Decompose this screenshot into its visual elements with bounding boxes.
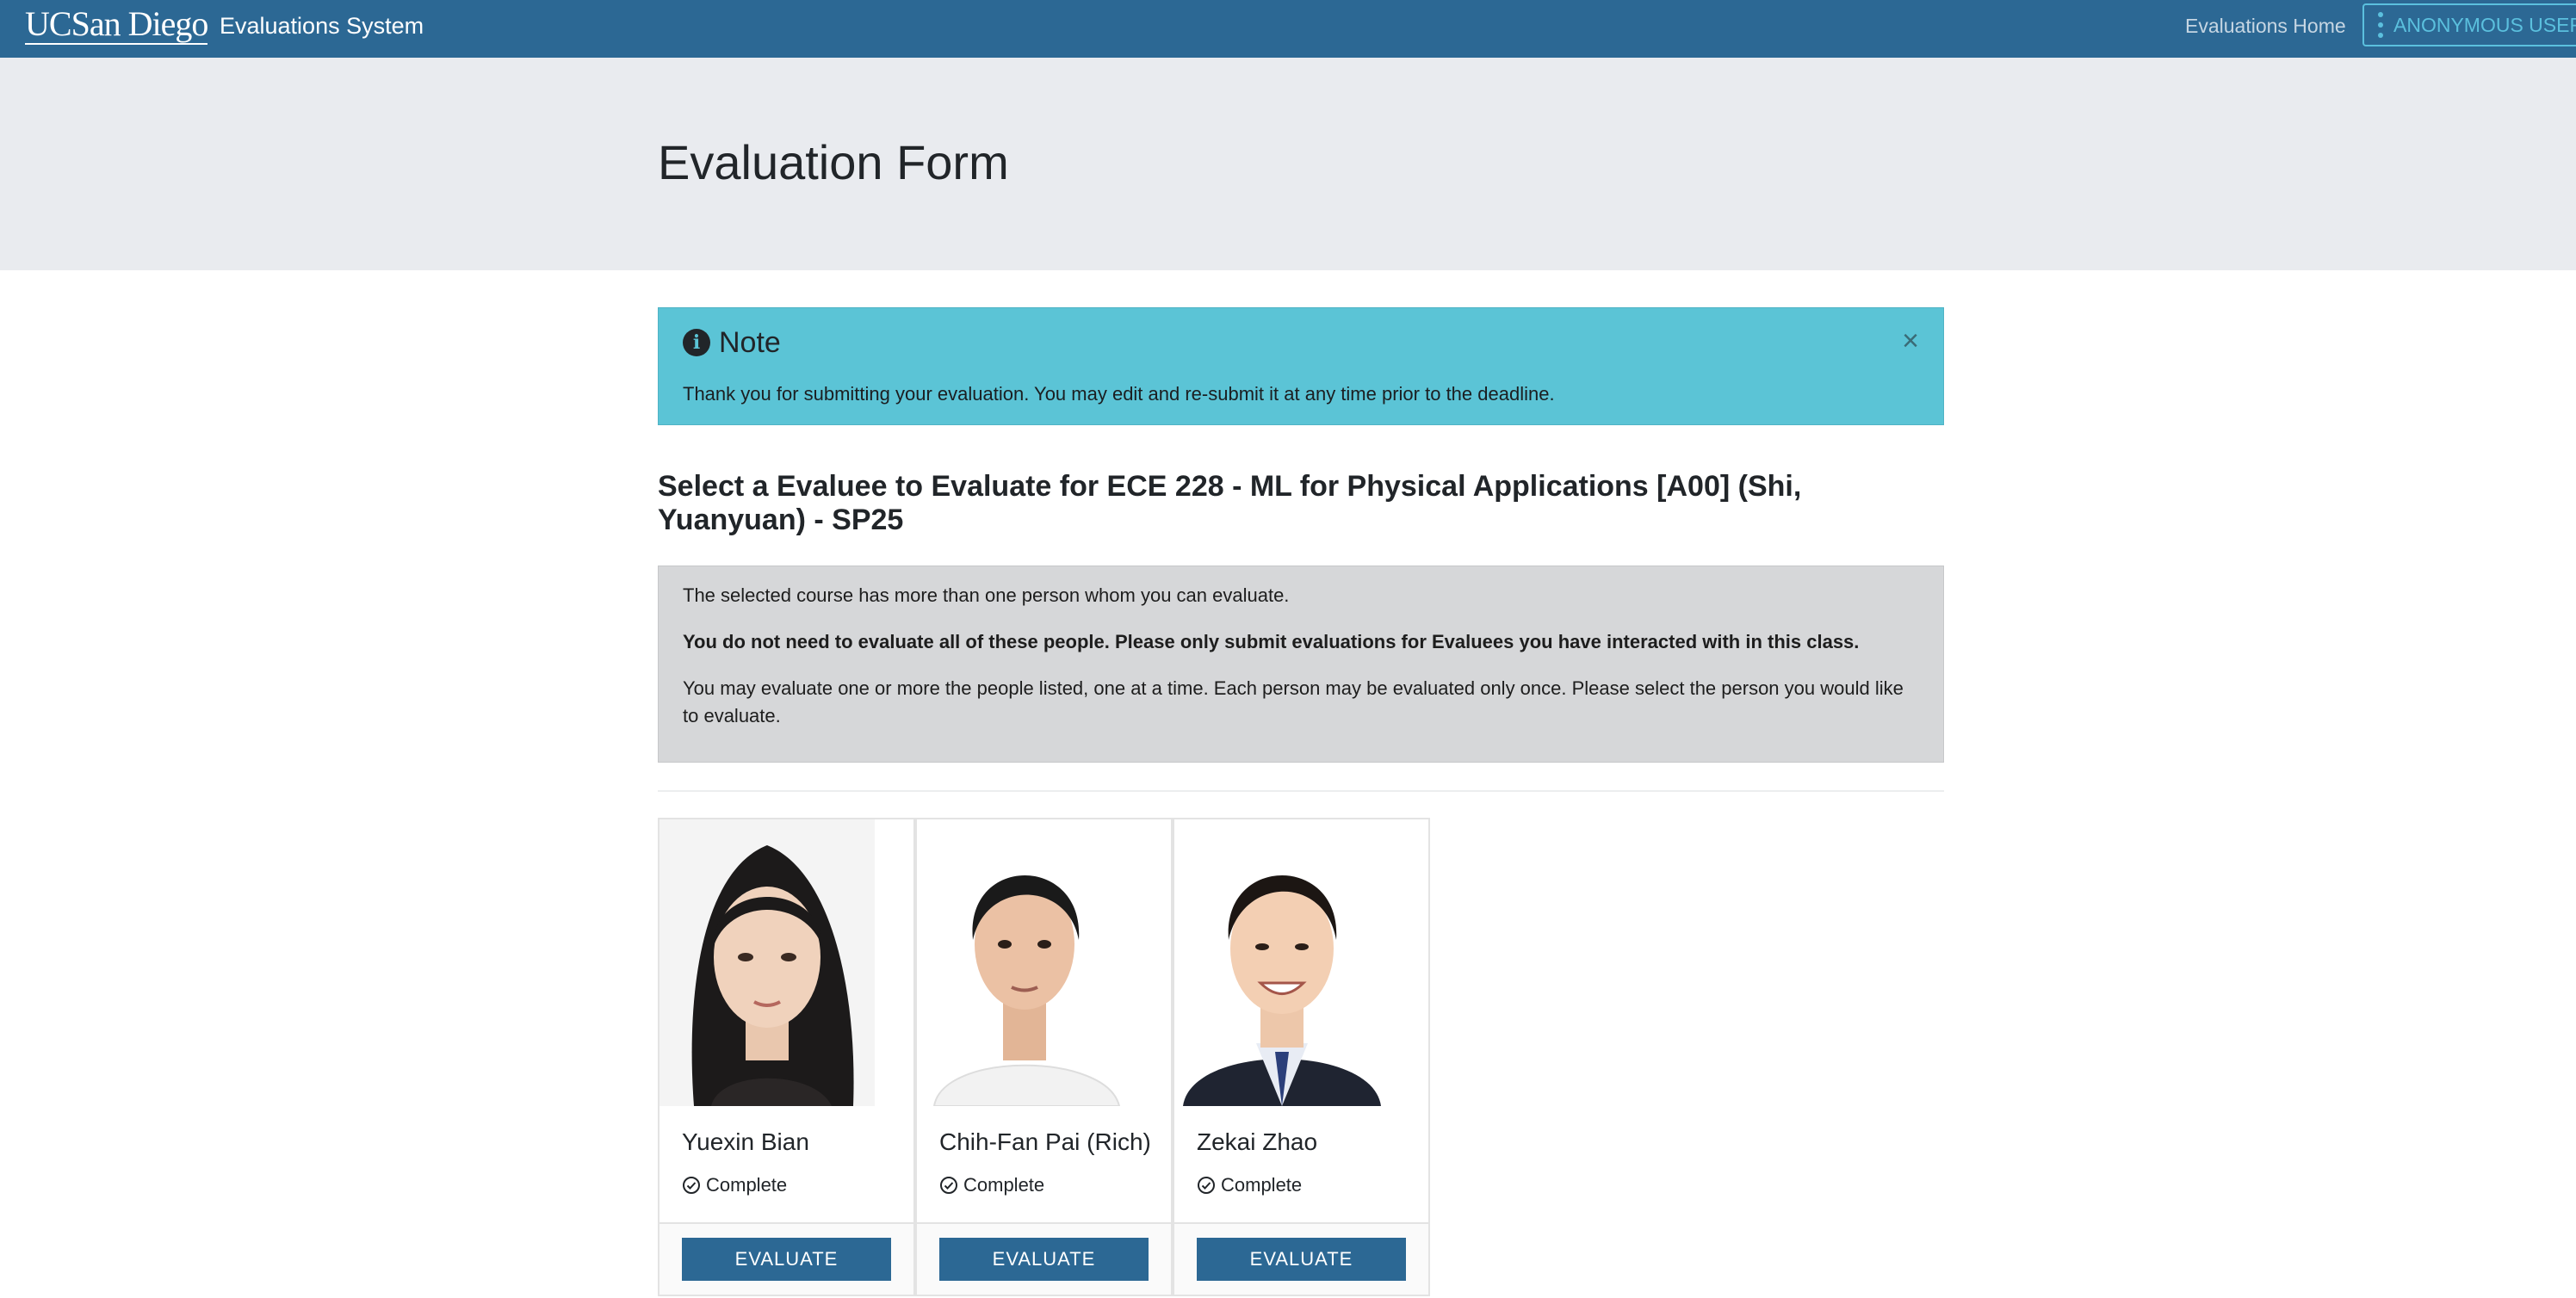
ucsd-logo[interactable]: UCSan Diego <box>25 7 208 45</box>
card-footer: EVALUATE <box>659 1222 913 1295</box>
vertical-dots-icon <box>2378 12 2383 38</box>
evaluee-status: Complete <box>939 1172 1044 1198</box>
app-title[interactable]: Evaluations System <box>220 12 424 40</box>
page-title: Evaluation Form <box>658 135 1009 189</box>
evaluee-photo <box>917 819 1132 1106</box>
status-label: Complete <box>706 1174 788 1196</box>
section-heading: Select a Evaluee to Evaluate for ECE 228… <box>658 470 1802 536</box>
user-menu-button[interactable]: ANONYMOUS USER <box>2362 3 2576 46</box>
evaluate-button[interactable]: EVALUATE <box>682 1238 891 1281</box>
evaluee-card: Chih-Fan Pai (Rich) Complete EVALUATE <box>915 818 1173 1296</box>
user-menu-label: ANONYMOUS USER <box>2393 13 2576 36</box>
evaluee-name: Zekai Zhao <box>1197 1128 1318 1155</box>
check-circle-icon <box>940 1177 957 1194</box>
evaluee-photo <box>1174 819 1390 1106</box>
alert-message: Thank you for submitting your evaluation… <box>683 383 1555 405</box>
evaluee-status: Complete <box>682 1172 787 1198</box>
evaluee-photo <box>659 819 875 1106</box>
status-label: Complete <box>1221 1174 1303 1196</box>
instructions-box: The selected course has more than one pe… <box>658 566 1944 763</box>
card-footer: EVALUATE <box>1174 1222 1428 1295</box>
instruction-line-1: The selected course has more than one pe… <box>683 584 1290 606</box>
alert-heading: i Note <box>683 325 781 360</box>
evaluations-home-link[interactable]: Evaluations Home <box>2185 12 2346 40</box>
check-circle-icon <box>683 1177 700 1194</box>
instruction-line-3: You may evaluate one or more the people … <box>683 677 1904 726</box>
top-navbar: UCSan Diego Evaluations System Evaluatio… <box>0 0 2576 58</box>
close-icon[interactable]: × <box>1902 324 1919 358</box>
check-circle-icon <box>1198 1177 1215 1194</box>
status-label: Complete <box>963 1174 1045 1196</box>
card-footer: EVALUATE <box>917 1222 1171 1295</box>
evaluee-status: Complete <box>1197 1172 1302 1198</box>
evaluate-button[interactable]: EVALUATE <box>939 1238 1149 1281</box>
evaluee-name: Chih-Fan Pai (Rich) <box>939 1128 1151 1155</box>
evaluee-card: Yuexin Bian Complete EVALUATE <box>658 818 915 1296</box>
alert-heading-text: Note <box>719 326 781 359</box>
note-alert: i Note Thank you for submitting your eva… <box>658 307 1944 425</box>
divider <box>658 790 1944 792</box>
evaluee-card: Zekai Zhao Complete EVALUATE <box>1173 818 1430 1296</box>
instruction-line-2: You do not need to evaluate all of these… <box>683 631 1860 652</box>
page-header: Evaluation Form <box>0 58 2576 270</box>
evaluate-button[interactable]: EVALUATE <box>1197 1238 1406 1281</box>
evaluee-name: Yuexin Bian <box>682 1128 809 1155</box>
info-circle-icon: i <box>683 329 710 356</box>
